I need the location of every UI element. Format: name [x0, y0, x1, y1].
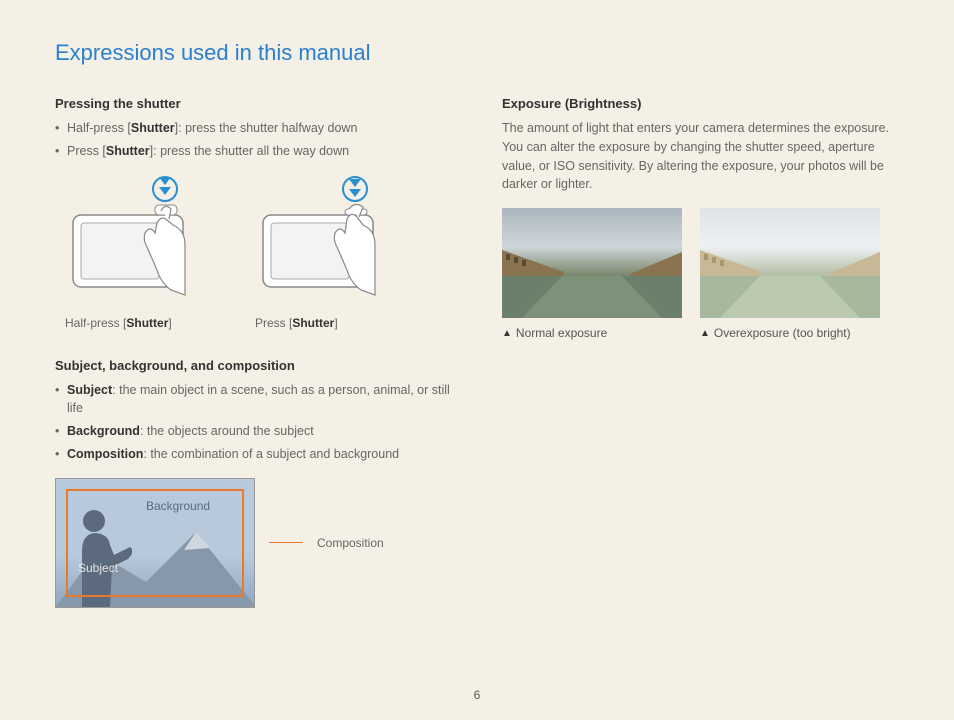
caption-pre: Press [ — [255, 316, 292, 330]
background-label: Background — [146, 499, 210, 513]
subject-label: Subject — [78, 561, 118, 575]
sbc-heading: Subject, background, and composition — [55, 358, 452, 373]
exposure-paragraph: The amount of light that enters your cam… — [502, 119, 899, 194]
exposure-captions: ▲ Normal exposure ▲ Overexposure (too br… — [502, 326, 899, 340]
sbc-bullets: Subject: the main object in a scene, suc… — [55, 381, 452, 464]
shutter-bullets: Half-press [Shutter]: press the shutter … — [55, 119, 452, 161]
normal-exposure-photo — [502, 208, 682, 318]
composition-figure: Background Subject — [55, 478, 255, 608]
normal-exposure-caption: ▲ Normal exposure — [502, 326, 682, 340]
caption-post: ] — [334, 316, 337, 330]
overexposure-caption: ▲ Overexposure (too bright) — [700, 326, 880, 340]
bullet-post: ]: press the shutter all the way down — [150, 144, 349, 158]
half-press-figure: Half-press [Shutter] — [65, 175, 215, 330]
page-number: 6 — [474, 688, 481, 702]
bullet-bold: Background — [67, 424, 140, 438]
bullet-post: : the main object in a scene, such as a … — [67, 383, 450, 416]
bullet-bold: Subject — [67, 383, 112, 397]
caption-bold: Shutter — [292, 316, 334, 330]
page-title: Expressions used in this manual — [55, 40, 899, 66]
list-item: Half-press [Shutter]: press the shutter … — [55, 119, 452, 138]
content-columns: Pressing the shutter Half-press [Shutter… — [55, 96, 899, 608]
caption-post: ] — [168, 316, 171, 330]
camera-full-press-icon — [255, 175, 405, 305]
bullet-bold: Shutter — [106, 144, 150, 158]
composition-figure-wrap: Background Subject Composition — [55, 478, 452, 608]
bullet-bold: Shutter — [131, 121, 175, 135]
bullet-bold: Composition — [67, 447, 143, 461]
bullet-post: ]: press the shutter halfway down — [175, 121, 358, 135]
bullet-post: : the combination of a subject and backg… — [143, 447, 399, 461]
exposure-images — [502, 208, 899, 318]
shutter-heading: Pressing the shutter — [55, 96, 452, 111]
triangle-up-icon: ▲ — [502, 328, 512, 339]
right-column: Exposure (Brightness) The amount of ligh… — [502, 96, 899, 608]
list-item: Background: the objects around the subje… — [55, 422, 452, 441]
caption-text: Overexposure (too bright) — [714, 326, 851, 340]
caption-bold: Shutter — [126, 316, 168, 330]
bullet-pre: Press [ — [67, 144, 106, 158]
exposure-heading: Exposure (Brightness) — [502, 96, 899, 111]
bullet-pre: Half-press [ — [67, 121, 131, 135]
list-item: Press [Shutter]: press the shutter all t… — [55, 142, 452, 161]
full-press-figure: Press [Shutter] — [255, 175, 405, 330]
full-press-caption: Press [Shutter] — [255, 316, 405, 330]
camera-half-press-icon — [65, 175, 215, 305]
triangle-up-icon: ▲ — [700, 328, 710, 339]
overexposure-photo — [700, 208, 880, 318]
composition-label: Composition — [317, 536, 384, 550]
composition-pointer-line — [269, 542, 303, 543]
half-press-caption: Half-press [Shutter] — [65, 316, 215, 330]
left-column: Pressing the shutter Half-press [Shutter… — [55, 96, 452, 608]
bullet-post: : the objects around the subject — [140, 424, 314, 438]
caption-pre: Half-press [ — [65, 316, 126, 330]
shutter-illustrations: Half-press [Shutter] Press [Shutter] — [55, 175, 452, 330]
list-item: Subject: the main object in a scene, suc… — [55, 381, 452, 419]
list-item: Composition: the combination of a subjec… — [55, 445, 452, 464]
caption-text: Normal exposure — [516, 326, 607, 340]
